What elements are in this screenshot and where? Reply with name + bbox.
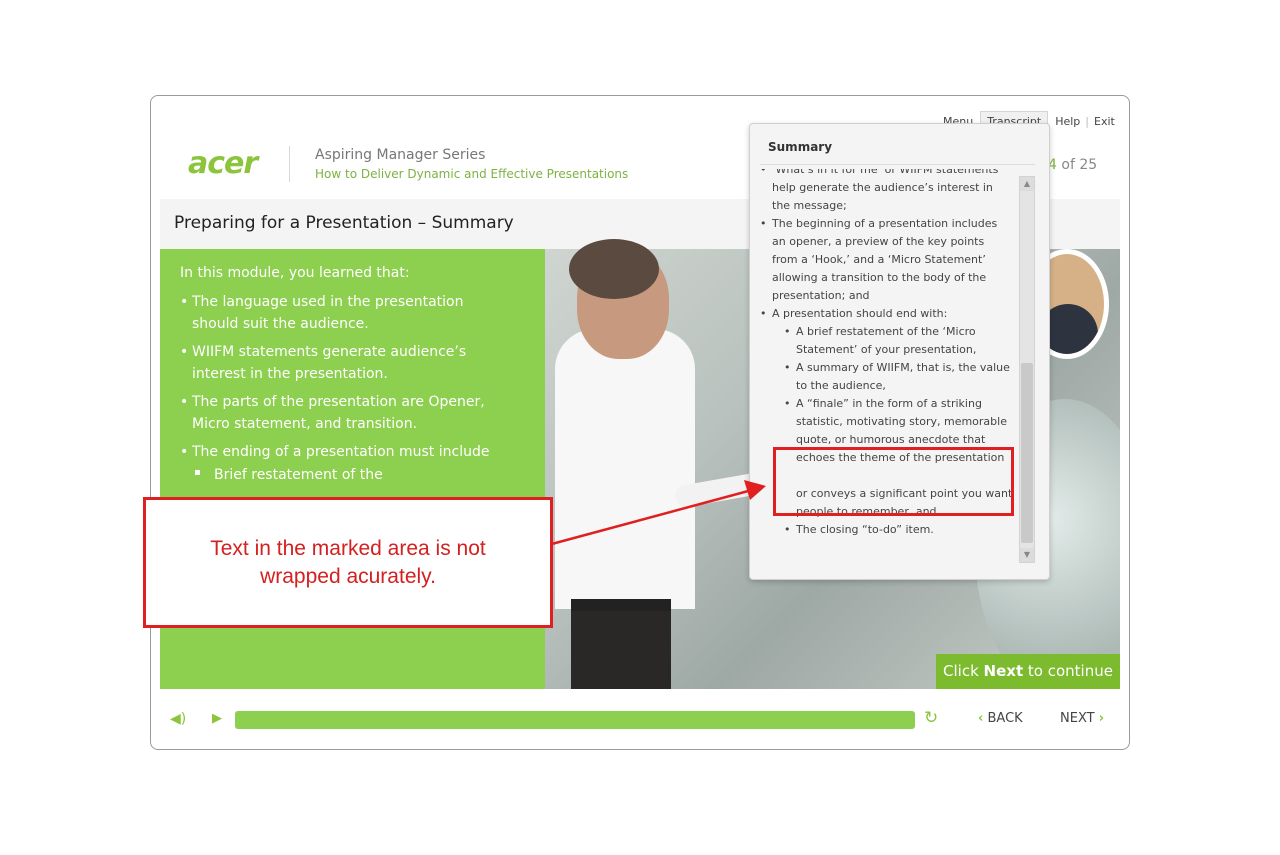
- chevron-left-icon: ‹: [978, 711, 984, 726]
- chevron-right-icon: ›: [1098, 711, 1105, 726]
- click-next-prefix: Click: [943, 662, 984, 680]
- play-icon[interactable]: ▶: [212, 711, 222, 726]
- back-label: BACK: [987, 711, 1023, 726]
- transcript-divider: [760, 164, 1035, 165]
- next-button[interactable]: NEXT ›: [1060, 711, 1104, 726]
- transcript-item: • The beginning of a presentation include…: [760, 215, 1018, 305]
- summary-point: The ending of a presentation must includ…: [180, 441, 510, 463]
- transcript-item-text: ‘What’s in it for me’ or WIIFM statement…: [772, 169, 999, 212]
- volume-icon[interactable]: ◀): [170, 711, 186, 727]
- page-counter: 4 of 25: [1048, 157, 1097, 173]
- callout-text: Text in the marked area is not wrapped a…: [210, 536, 486, 588]
- back-button[interactable]: ‹ BACK: [978, 711, 1023, 726]
- exit-link[interactable]: Exit: [1089, 115, 1120, 128]
- summary-subpoint: Brief restatement of the: [194, 467, 383, 483]
- next-label: NEXT: [1060, 711, 1095, 726]
- bullet: •: [784, 325, 791, 338]
- transcript-item: • ‘What’s in it for me’ or WIIFM statemen…: [760, 169, 1018, 215]
- course-title: How to Deliver Dynamic and Effective Pre…: [315, 167, 629, 181]
- summary-intro: In this module, you learned that:: [180, 265, 410, 281]
- bullet: •: [784, 397, 791, 410]
- header-divider: [289, 146, 290, 182]
- transcript-heading: Summary: [768, 140, 833, 154]
- transcript-subitem-text: The closing “to-do” item.: [796, 523, 934, 536]
- bullet: •: [760, 169, 767, 176]
- transcript-scrollbar[interactable]: ▲ ▼: [1019, 176, 1035, 563]
- presenter-hair: [569, 239, 659, 299]
- transcript-item-text: A presentation should end with:: [772, 307, 948, 320]
- player-controls: ◀) ▶ ↻ ‹ BACK NEXT ›: [160, 705, 1120, 735]
- presenter-shirt: [555, 329, 695, 609]
- acer-logo: acer: [188, 146, 258, 181]
- summary-point: WIIFM statements generate audience’s int…: [180, 341, 510, 385]
- transcript-subitem-text: A summary of WIIFM, that is, the value t…: [796, 361, 1010, 392]
- transcript-item: • A presentation should end with:: [760, 305, 1018, 323]
- annotation-callout: Text in the marked area is not wrapped a…: [143, 497, 553, 628]
- bullet: •: [760, 217, 767, 230]
- slide-title: Preparing for a Presentation – Summary: [174, 213, 514, 233]
- replay-icon[interactable]: ↻: [924, 708, 938, 728]
- series-title: Aspiring Manager Series: [315, 147, 486, 163]
- transcript-subitem-text: A brief restatement of the ‘Micro Statem…: [796, 325, 977, 356]
- presenter-trousers: [571, 611, 671, 689]
- scroll-down-icon[interactable]: ▼: [1020, 548, 1034, 562]
- scroll-up-icon[interactable]: ▲: [1020, 177, 1034, 191]
- scroll-thumb[interactable]: [1021, 363, 1033, 543]
- presenter-figure: [555, 239, 775, 689]
- click-next-bold: Next: [983, 662, 1024, 680]
- summary-list: The language used in the presentation sh…: [180, 291, 510, 469]
- bullet: •: [784, 361, 791, 374]
- summary-point: The parts of the presentation are Opener…: [180, 391, 510, 435]
- summary-point: The language used in the presentation sh…: [180, 291, 510, 335]
- click-next-banner: Click Next to continue: [936, 654, 1120, 689]
- progress-fill: [235, 711, 915, 729]
- transcript-item-text: The beginning of a presentation includes…: [772, 217, 998, 302]
- presenter-belt: [571, 599, 671, 611]
- bullet: •: [784, 523, 791, 536]
- bullet: •: [760, 307, 767, 320]
- total-pages: of 25: [1056, 157, 1098, 173]
- help-link[interactable]: Help: [1050, 115, 1085, 128]
- annotation-highlight-box: [773, 447, 1014, 516]
- click-next-suffix: to continue: [1023, 662, 1113, 680]
- progress-bar[interactable]: [235, 711, 915, 729]
